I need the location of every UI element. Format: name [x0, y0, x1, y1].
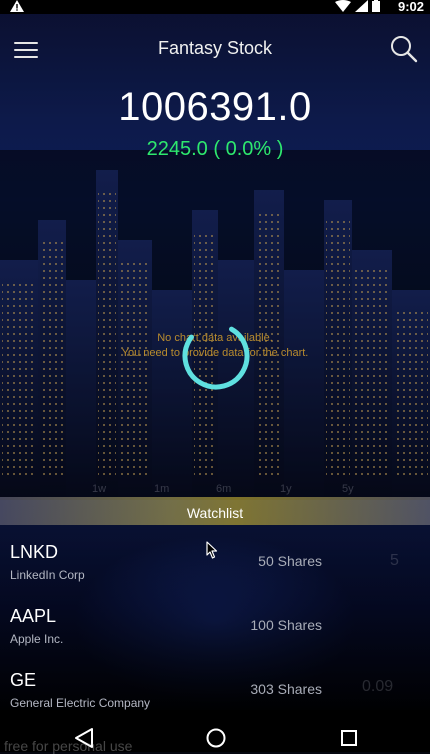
share-count: 100 Shares: [250, 617, 322, 633]
app-title: Fantasy Stock: [157, 38, 273, 58]
company-name: General Electric Company: [10, 696, 151, 710]
portfolio-change: 2245.0 ( 0.0% ): [146, 138, 284, 160]
watchlist-heading: Watchlist: [186, 505, 244, 521]
home-circle-icon[interactable]: [186, 710, 246, 752]
chart-range-label: 1m: [154, 483, 170, 495]
chart-range-label: 1y: [280, 483, 292, 495]
recents-square-icon[interactable]: [319, 710, 379, 752]
share-count: 50 Shares: [258, 553, 322, 569]
mouse-pointer-icon: [206, 541, 218, 559]
app-bar: Fantasy Stock: [0, 24, 430, 74]
faded-value: 0.09: [362, 678, 394, 695]
status-time: 9:02: [397, 0, 424, 14]
chart-range-label: 5y: [342, 483, 354, 495]
loading-spinner-icon: [182, 322, 250, 390]
chart-range-label: 1w: [92, 483, 107, 495]
chart-range-label: 6m: [216, 483, 232, 495]
share-count: 303 Shares: [250, 681, 322, 697]
stock-symbol: AAPL: [10, 606, 57, 626]
search-icon[interactable]: [388, 33, 420, 65]
wifi-icon: [335, 0, 351, 12]
status-icons: [335, 0, 380, 12]
battery-icon: [372, 0, 380, 12]
company-name: Apple Inc.: [10, 632, 64, 646]
stock-symbol: GE: [10, 670, 37, 690]
signal-icon: [355, 0, 368, 12]
company-name: LinkedIn Corp: [10, 568, 85, 582]
status-bar: 9:02: [0, 0, 430, 14]
stock-symbol: LNKD: [10, 542, 59, 562]
warning-icon: [10, 0, 24, 12]
faded-value: 5: [390, 552, 399, 569]
watchlist-item-aapl[interactable]: AAPL Apple Inc. 100 Shares: [0, 606, 430, 670]
portfolio-balance: 1006391.0: [118, 85, 312, 129]
